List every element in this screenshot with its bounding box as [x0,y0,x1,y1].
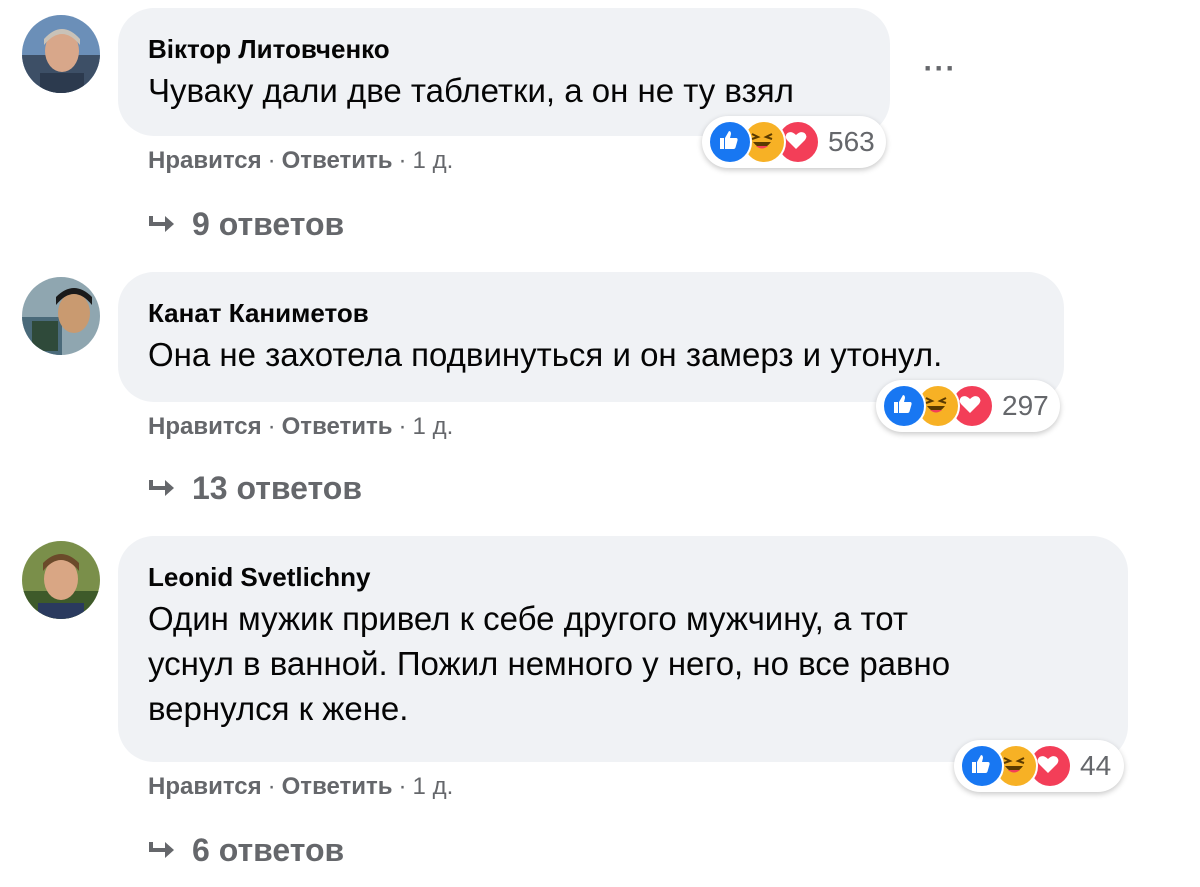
comment-bubble: Leonid Svetlichny Один мужик привел к се… [118,536,1128,762]
like-button[interactable]: Нравится [148,773,262,800]
comment-text: Один мужик привел к себе другого мужчину… [148,596,1098,731]
comment-actions: Нравится · Ответить · 1 д. [148,146,453,176]
avatar[interactable] [22,15,100,93]
reply-arrow-icon [149,216,174,232]
separator: · [267,147,276,174]
avatar[interactable] [22,541,100,619]
comment-author[interactable]: Leonid Svetlichny [148,560,371,594]
comment-text-line: Один мужик привел к себе другого мужчину… [148,600,908,637]
separator: · [398,147,407,174]
reply-button[interactable]: Ответить [282,147,393,174]
comment-text-line: вернулся к жене. [148,690,409,727]
comment-actions: Нравится · Ответить · 1 д. [148,412,453,442]
view-replies-button[interactable]: 13 ответов [148,468,362,508]
more-options-button[interactable]: ··· [918,54,962,88]
view-replies-button[interactable]: 6 ответов [148,830,344,870]
timestamp[interactable]: 1 д. [413,413,454,440]
reply-arrow-icon [149,842,174,858]
reply-arrow-icon [149,480,174,496]
reply-button[interactable]: Ответить [282,773,393,800]
like-icon [708,120,752,164]
reactions-summary[interactable]: 563 [702,116,886,168]
reaction-count: 297 [1002,390,1049,421]
comment-author[interactable]: Віктор Литовченко [148,32,390,66]
like-icon [960,744,1004,788]
reply-button[interactable]: Ответить [282,413,393,440]
comment-text: Она не захотела подвинуться и он замерз … [148,336,943,373]
comment-author[interactable]: Канат Каниметов [148,296,369,330]
comment-text-line: уснул в ванной. Пожил немного у него, но… [148,645,951,682]
separator: · [398,413,407,440]
replies-count-label: 13 ответов [192,470,362,506]
separator: · [398,773,407,800]
like-icon [882,384,926,428]
timestamp[interactable]: 1 д. [413,773,454,800]
reactions-summary[interactable]: 297 [876,380,1060,432]
replies-count-label: 6 ответов [192,832,345,868]
separator: · [267,773,276,800]
comment-text: Чуваку дали две таблетки, а он не ту взя… [148,72,794,109]
separator: · [267,413,276,440]
timestamp[interactable]: 1 д. [413,147,454,174]
like-button[interactable]: Нравится [148,413,262,440]
reaction-count: 44 [1080,750,1112,781]
replies-count-label: 9 ответов [192,206,345,242]
like-button[interactable]: Нравится [148,147,262,174]
reaction-count: 563 [828,126,875,157]
reactions-summary[interactable]: 44 [954,740,1124,792]
comment-actions: Нравится · Ответить · 1 д. [148,772,453,802]
view-replies-button[interactable]: 9 ответов [148,204,344,244]
avatar[interactable] [22,277,100,355]
